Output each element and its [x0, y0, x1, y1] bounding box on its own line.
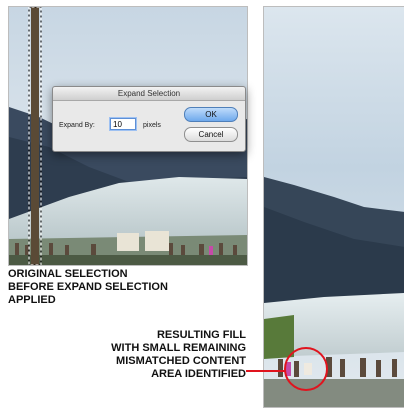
callout-pointer-line — [246, 370, 286, 372]
caption-line: WITH SMALL REMAINING — [111, 342, 246, 354]
caption-line: BEFORE EXPAND SELECTION — [8, 281, 168, 293]
expand-by-input[interactable] — [110, 118, 136, 130]
expand-by-label: Expand By: — [59, 122, 95, 129]
ok-button[interactable]: OK — [184, 107, 238, 122]
light-pole — [31, 7, 39, 265]
caption-line: RESULTING FILL — [156, 329, 246, 341]
caption-line: APPLIED — [8, 294, 56, 306]
cancel-button[interactable]: Cancel — [184, 127, 238, 142]
glacier-photo-filled — [264, 7, 404, 407]
original-selection-caption: ORIGINAL SELECTION BEFORE EXPAND SELECTI… — [8, 268, 248, 307]
expand-selection-dialog: Expand Selection Expand By: pixels OK Ca… — [52, 86, 246, 152]
pixels-unit-label: pixels — [143, 122, 161, 129]
resulting-fill-caption: RESULTING FILL WITH SMALL REMAINING MISM… — [28, 329, 246, 381]
caption-line: AREA IDENTIFIED — [151, 368, 246, 380]
caption-line: MISMATCHED CONTENT — [116, 355, 246, 367]
dialog-title: Expand Selection — [53, 87, 245, 101]
caption-line: ORIGINAL SELECTION — [8, 268, 128, 280]
resulting-fill-photo-panel — [263, 6, 404, 408]
